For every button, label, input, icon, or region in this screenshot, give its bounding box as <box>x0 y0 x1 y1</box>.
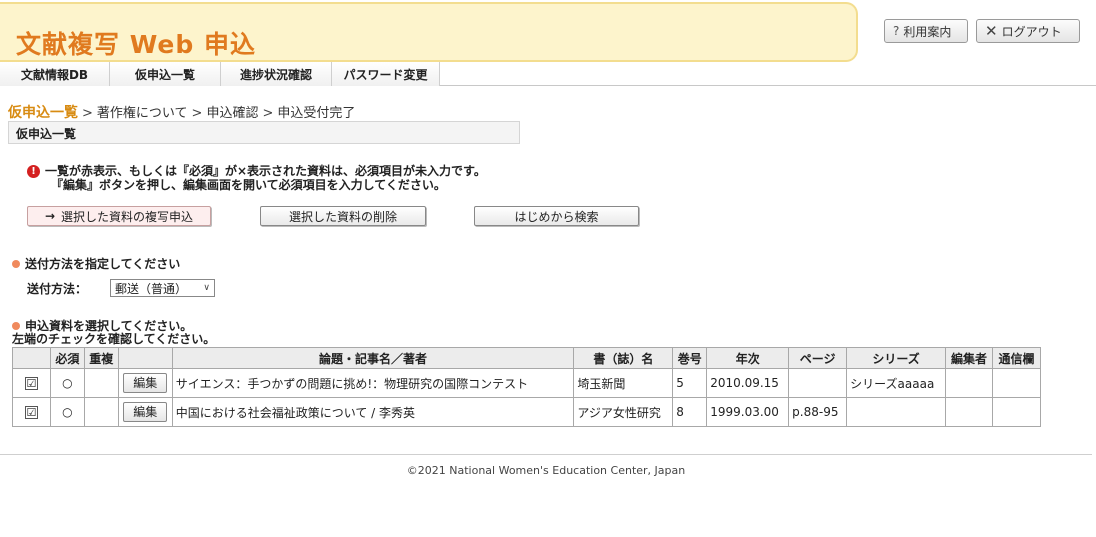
table-row: ☑ ○ 編集 サイエンス：手つかずの問題に挑め!：物理研究の国際コンテスト 埼玉… <box>12 368 1042 398</box>
select-cell: ☑ <box>12 368 51 398</box>
nav-item-progress-check[interactable]: 進捗状況確認 <box>221 62 332 86</box>
col-header-required: 必須 <box>49 347 85 369</box>
shipping-method-label: 送付方法： <box>27 282 88 296</box>
shipping-heading-text: 送付方法を指定してください <box>25 257 181 271</box>
series-cell <box>846 397 947 427</box>
edit-button[interactable]: 編集 <box>123 373 168 393</box>
col-header-journal: 書（誌）名 <box>573 347 674 369</box>
select-checkbox[interactable]: ☑ <box>24 406 38 419</box>
edit-button[interactable]: 編集 <box>123 402 168 422</box>
editor-cell <box>945 368 993 398</box>
editor-cell <box>945 397 993 427</box>
volume-cell: 5 <box>672 368 708 398</box>
breadcrumb-separator: > <box>82 106 93 121</box>
shipping-heading: 送付方法を指定してください <box>12 258 180 271</box>
main-nav: 文献情報DB 仮申込一覧 進捗状況確認 パスワード変更 <box>0 62 1096 86</box>
select-cell: ☑ <box>12 397 51 427</box>
arrow-right-icon: → <box>44 209 56 223</box>
request-copy-label: 選択した資料の複写申込 <box>61 209 194 224</box>
select-checkbox[interactable]: ☑ <box>24 377 38 390</box>
breadcrumb-step: 申込受付完了 <box>277 106 356 121</box>
journal-cell: 埼玉新聞 <box>573 368 674 398</box>
warning-line-2: 『編集』ボタンを押し、編集画面を開いて必須項目を入力してください。 <box>51 178 446 192</box>
title-cell: サイエンス：手つかずの問題に挑め!：物理研究の国際コンテスト <box>171 368 575 398</box>
restart-search-button[interactable]: はじめから検索 <box>474 206 639 226</box>
col-header-memo: 通信欄 <box>991 347 1042 369</box>
nav-item-provisional-list[interactable]: 仮申込一覧 <box>110 62 221 86</box>
col-header-select <box>12 347 51 369</box>
table-header-row: 必須 重複 論題・記事名／著者 書（誌）名 巻号 年次 ページ シリーズ 編集者… <box>12 347 1042 369</box>
col-header-volume: 巻号 <box>672 347 708 369</box>
title-cell: 中国における社会福祉政策について / 李秀英 <box>171 397 575 427</box>
logout-button[interactable]: ✕ ログアウト <box>976 19 1080 43</box>
memo-cell <box>991 397 1042 427</box>
year-cell: 1999.03.00 <box>706 397 790 427</box>
series-cell: シリーズaaaaa <box>846 368 947 398</box>
page-cell: p.88-95 <box>788 397 848 427</box>
col-header-page: ページ <box>788 347 848 369</box>
breadcrumb-step: 著作権について <box>96 106 188 121</box>
edit-cell: 編集 <box>117 397 173 427</box>
help-button[interactable]: ? 利用案内 <box>884 19 968 43</box>
footer-divider <box>0 454 1092 455</box>
help-label: 利用案内 <box>903 24 952 39</box>
breadcrumb-step-current: 仮申込一覧 <box>8 105 78 121</box>
edit-cell: 編集 <box>117 368 173 398</box>
col-header-duplicate: 重複 <box>83 347 119 369</box>
logout-label: ログアウト <box>1001 24 1062 39</box>
col-header-year: 年次 <box>706 347 790 369</box>
app-title: 文献複写 Web 申込 <box>16 30 256 59</box>
journal-cell: アジア女性研究 <box>573 397 674 427</box>
breadcrumb-step: 申込確認 <box>206 106 259 121</box>
col-header-editor: 編集者 <box>945 347 993 369</box>
nav-item-password-change[interactable]: パスワード変更 <box>332 62 440 86</box>
bullet-icon <box>12 260 20 268</box>
nav-item-bibliography-db[interactable]: 文献情報DB <box>0 62 110 86</box>
col-header-series: シリーズ <box>846 347 947 369</box>
question-icon: ? <box>893 24 900 38</box>
bullet-icon <box>12 322 20 330</box>
shipping-method-value: 郵送（普通） <box>115 281 188 296</box>
volume-cell: 8 <box>672 397 708 427</box>
delete-selected-button[interactable]: 選択した資料の削除 <box>260 206 426 226</box>
request-copy-button[interactable]: → 選択した資料の複写申込 <box>27 206 211 226</box>
selection-heading-line-2: 左端のチェックを確認してください。 <box>12 332 216 346</box>
memo-cell <box>991 368 1042 398</box>
exclamation-icon: ! <box>27 165 40 178</box>
section-title: 仮申込一覧 <box>8 121 520 144</box>
breadcrumb: 仮申込一覧 > 著作権について > 申込確認 > 申込受付完了 <box>8 102 355 122</box>
breadcrumb-separator: > <box>262 106 274 121</box>
close-icon: ✕ <box>985 22 998 40</box>
col-header-edit <box>117 347 173 369</box>
shipping-method-select[interactable]: 郵送（普通） ∨ <box>110 279 215 297</box>
warning-message: ! 一覧が赤表示、もしくは『必須』が×表示された資料は、必須項目が未入力です。 … <box>27 164 486 192</box>
duplicate-cell <box>83 397 119 427</box>
required-cell: ○ <box>49 397 85 427</box>
selection-heading-line-1: 申込資料を選択してください。 <box>25 319 193 333</box>
year-cell: 2010.09.15 <box>706 368 790 398</box>
duplicate-cell <box>83 368 119 398</box>
request-items-table: 必須 重複 論題・記事名／著者 書（誌）名 巻号 年次 ページ シリーズ 編集者… <box>12 347 1042 427</box>
col-header-title: 論題・記事名／著者 <box>171 347 575 369</box>
header-banner: 文献複写 Web 申込 <box>0 2 858 62</box>
required-cell: ○ <box>49 368 85 398</box>
warning-line-1: 一覧が赤表示、もしくは『必須』が×表示された資料は、必須項目が未入力です。 <box>45 164 486 178</box>
table-row: ☑ ○ 編集 中国における社会福祉政策について / 李秀英 アジア女性研究 8 … <box>12 397 1042 427</box>
footer-copyright: ©2021 National Women's Education Center,… <box>406 464 686 477</box>
page-cell <box>788 368 848 398</box>
chevron-down-icon: ∨ <box>203 283 210 293</box>
breadcrumb-separator: > <box>191 106 203 121</box>
